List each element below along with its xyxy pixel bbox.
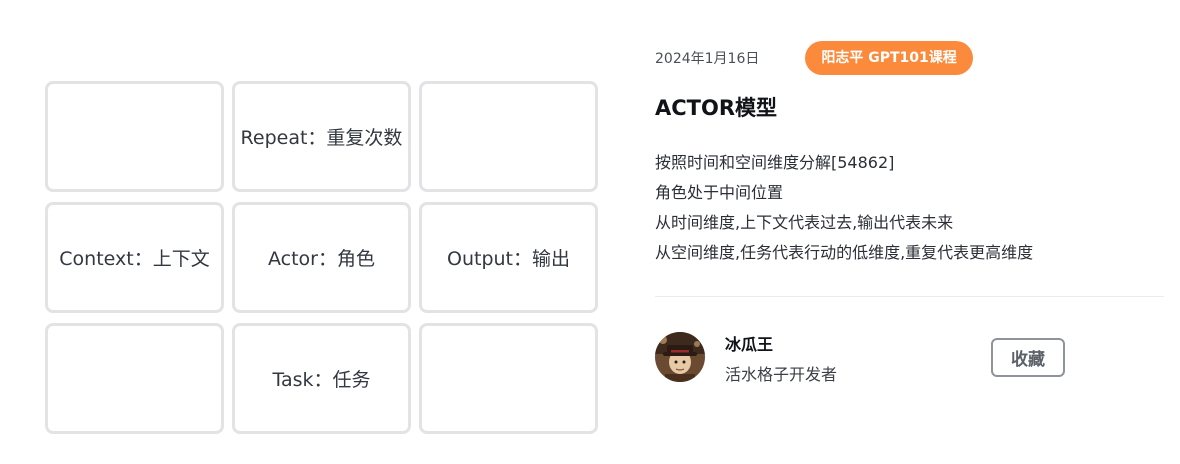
post-meta: 2024年1月16日 阳志平 GPT101课程 — [655, 41, 973, 75]
course-tag[interactable]: 阳志平 GPT101课程 — [805, 41, 973, 75]
grid-cell-empty-bottom-left — [45, 323, 224, 434]
author-subtitle: 活水格子开发者 — [725, 365, 838, 384]
grid-cell-output: Output：输出 — [419, 202, 598, 313]
grid-cell-empty-bottom-right — [419, 323, 598, 434]
description-line: 从空间维度,任务代表行动的低维度,重复代表更高维度 — [655, 243, 1034, 262]
post-description: 按照时间和空间维度分解[54862] 角色处于中间位置 从时间维度,上下文代表过… — [655, 148, 1165, 268]
actor-model-grid: Repeat：重复次数 Context：上下文 Actor：角色 Output：… — [45, 81, 598, 436]
description-line: 角色处于中间位置 — [655, 183, 784, 202]
avatar[interactable] — [655, 332, 705, 382]
grid-cell-repeat: Repeat：重复次数 — [232, 81, 411, 192]
post-date: 2024年1月16日 — [655, 51, 760, 67]
divider — [655, 296, 1164, 297]
grid-cell-actor: Actor：角色 — [232, 202, 411, 313]
description-line: 按照时间和空间维度分解[54862] — [655, 153, 895, 172]
grid-cell-context: Context：上下文 — [45, 202, 224, 313]
description-line: 从时间维度,上下文代表过去,输出代表未来 — [655, 213, 954, 232]
grid-cell-task: Task：任务 — [232, 323, 411, 434]
author-name[interactable]: 冰瓜王 — [725, 331, 773, 355]
favorite-button[interactable]: 收藏 — [991, 338, 1065, 377]
grid-cell-empty-top-left — [45, 81, 224, 192]
post-title: ACTOR模型 — [655, 96, 778, 120]
grid-cell-empty-top-right — [419, 81, 598, 192]
